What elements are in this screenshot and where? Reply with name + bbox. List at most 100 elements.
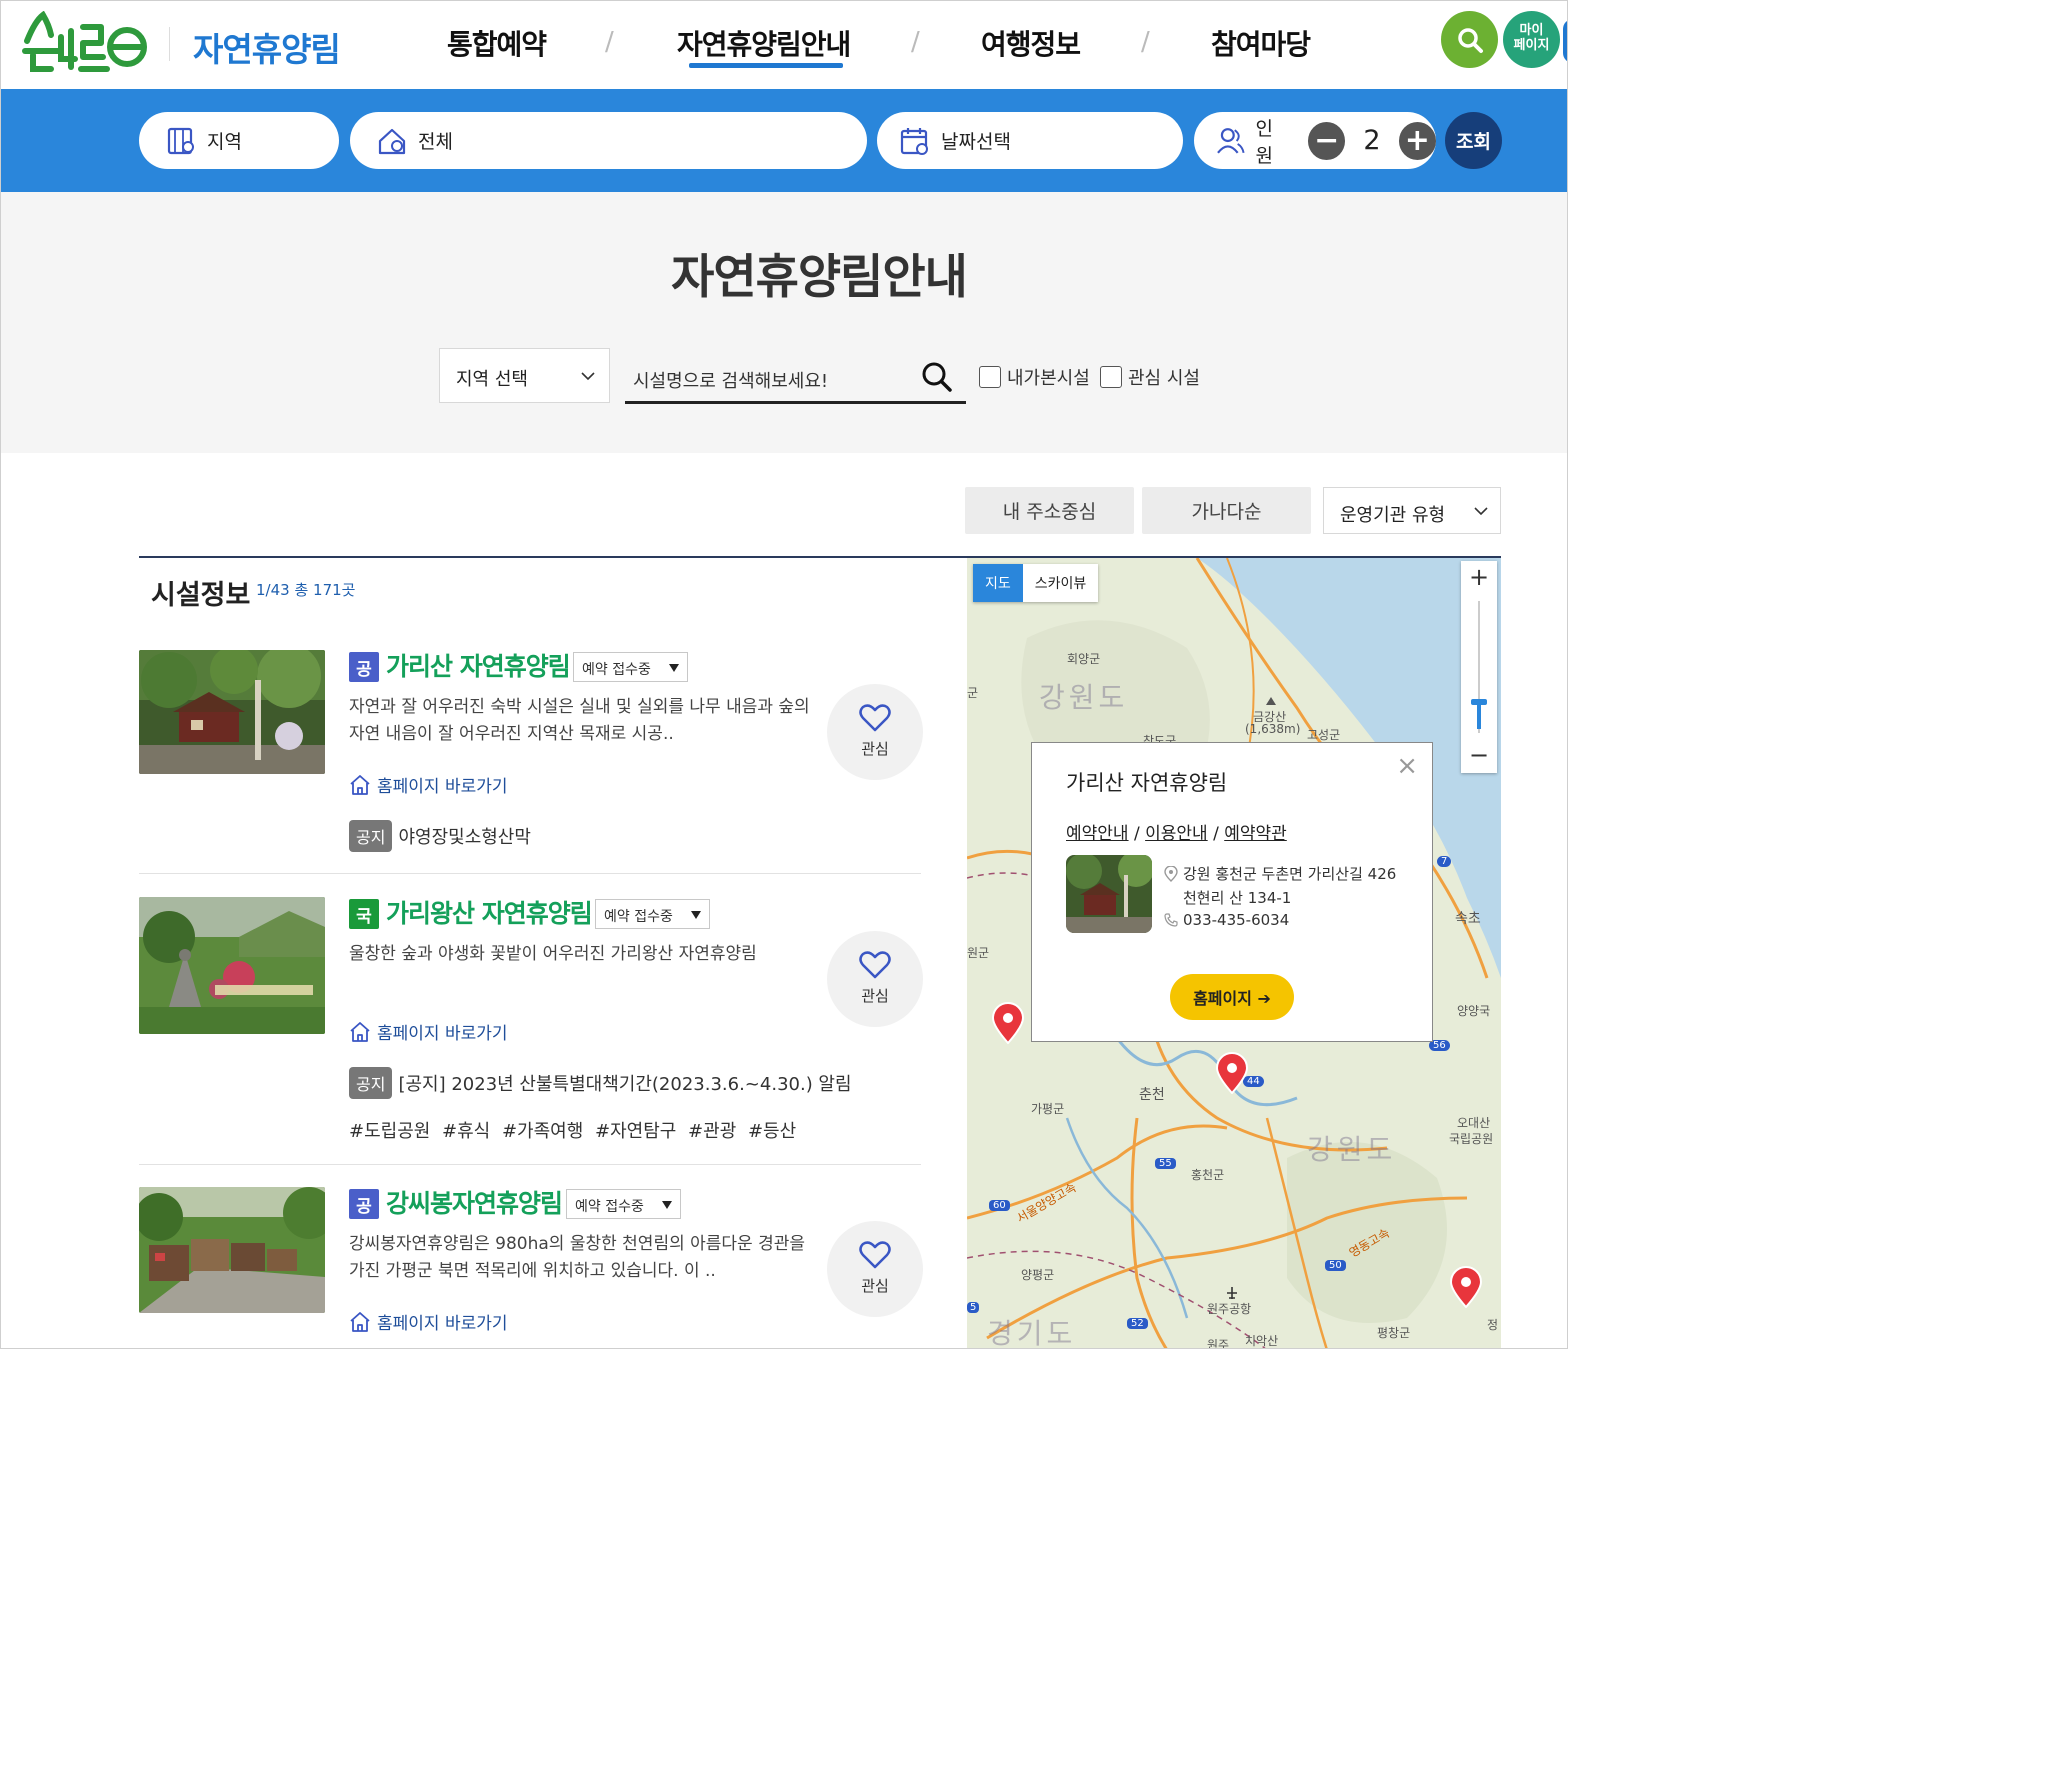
- page: 자연휴양림 통합예약 / 자연휴양림안내 / 여행정보 / 참여마당 마이 페이…: [0, 0, 1568, 1349]
- facility-picker[interactable]: 전체: [350, 112, 867, 169]
- people-label: 인원: [1255, 117, 1274, 167]
- site-title[interactable]: 자연휴양림: [193, 23, 341, 71]
- people-minus-button[interactable]: −: [1307, 121, 1346, 160]
- date-picker[interactable]: 날짜선택: [877, 112, 1183, 169]
- map-marker-icon[interactable]: [1449, 1266, 1483, 1308]
- nav-forest-guide[interactable]: 자연휴양림안내: [677, 23, 851, 63]
- date-picker-label: 날짜선택: [941, 131, 1011, 153]
- map-label: 평창군: [1377, 1326, 1411, 1340]
- nav-integrated-reservation[interactable]: 통합예약: [447, 23, 547, 63]
- link-reservation-guide[interactable]: 예약안내: [1066, 824, 1129, 844]
- map-label: 원주공항: [1207, 1302, 1252, 1316]
- sort-by-name-button[interactable]: 가나다순: [1142, 487, 1311, 534]
- visited-checkbox-label: 내가본시설: [1007, 368, 1090, 389]
- hashtag-list: #도립공원 #휴식 #가족여행 #자연탐구 #관광 #등산: [349, 1121, 797, 1142]
- popup-title: 가리산 자연휴양림: [1066, 771, 1228, 795]
- facility-photo[interactable]: [139, 650, 325, 774]
- notice-text: [공지] 2023년 산불특별대책기간(2023.3.6.~4.30.) 알림: [398, 1074, 852, 1095]
- nav-travel-info[interactable]: 여행정보: [981, 23, 1081, 63]
- facility-name[interactable]: 가리왕산 자연휴양림: [386, 894, 593, 930]
- popup-links: 예약안내 / 이용안내 / 예약약관: [1066, 819, 1287, 844]
- menu-button[interactable]: [1563, 19, 1567, 63]
- facility-photo[interactable]: [139, 897, 325, 1034]
- link-separator: /: [1207, 824, 1225, 844]
- region-select[interactable]: 지역 선택: [439, 348, 610, 403]
- nav-separator: /: [1141, 27, 1150, 57]
- notice-row[interactable]: 공지 [공지] 2023년 산불특별대책기간(2023.3.6.~4.30.) …: [349, 1067, 852, 1099]
- facility-name[interactable]: 가리산 자연휴양림: [386, 647, 571, 683]
- checkbox-box[interactable]: [979, 366, 1001, 388]
- region-picker[interactable]: 지역: [139, 112, 339, 169]
- map-label: 원주: [1207, 1338, 1230, 1349]
- route-shield: 50: [1325, 1260, 1346, 1271]
- link-reservation-terms[interactable]: 예약약관: [1224, 824, 1287, 844]
- facility-description: 자연과 잘 어우러진 숙박 시설은 실내 및 실외를 나무 내음과 숲의 자연 …: [349, 697, 810, 744]
- route-shield: 55: [1155, 1158, 1176, 1169]
- visited-checkbox[interactable]: 내가본시설: [979, 364, 1090, 390]
- facility-search-input[interactable]: 시설명으로 검색해보세요!: [625, 348, 966, 404]
- query-button[interactable]: 조회: [1445, 112, 1502, 169]
- map-label: 군: [967, 686, 979, 700]
- interest-checkbox[interactable]: 관심 시설: [1100, 364, 1200, 390]
- search-placeholder: 시설명으로 검색해보세요!: [633, 371, 829, 392]
- tab-skyview[interactable]: 스카이뷰: [1023, 564, 1099, 602]
- facility-picker-label: 전체: [418, 131, 453, 153]
- homepage-link-label: 홈페이지 바로가기: [377, 777, 508, 797]
- reservation-status-dropdown[interactable]: 예약 접수중: [566, 1189, 681, 1219]
- people-plus-button[interactable]: +: [1398, 121, 1437, 160]
- sort-by-address-button[interactable]: 내 주소중심: [965, 487, 1134, 534]
- route-shield: 7: [1437, 856, 1452, 867]
- map-label: 가평군: [1031, 1102, 1065, 1116]
- facility-photo[interactable]: [139, 1187, 325, 1313]
- site-logo[interactable]: [21, 10, 149, 73]
- zoom-out-button[interactable]: −: [1461, 741, 1497, 769]
- map-label: 국립공원: [1449, 1132, 1494, 1146]
- homepage-link[interactable]: 홈페이지 바로가기: [349, 1019, 508, 1044]
- map-type-tabs: 지도 스카이뷰: [973, 564, 1099, 602]
- interest-button[interactable]: 관심: [827, 684, 923, 780]
- reservation-search-bar: 지역 전체 날짜선택 인원 − 2 + 조회: [1, 89, 1567, 192]
- map-label: 오대산: [1457, 1116, 1491, 1130]
- top-nav: 자연휴양림 통합예약 / 자연휴양림안내 / 여행정보 / 참여마당 마이 페이…: [1, 1, 1567, 89]
- notice-tag: 공지: [349, 1067, 393, 1099]
- card-divider: [139, 873, 921, 874]
- map-marker-icon[interactable]: [991, 1002, 1025, 1044]
- zoom-in-button[interactable]: +: [1461, 563, 1497, 591]
- interest-button[interactable]: 관심: [827, 931, 923, 1027]
- people-icon: [1217, 127, 1245, 154]
- logo-divider: [169, 27, 170, 61]
- map-label: 고성군: [1307, 728, 1341, 742]
- reservation-status-dropdown[interactable]: 예약 접수중: [573, 652, 688, 682]
- filter-area: 자연휴양림안내 지역 선택 시설명으로 검색해보세요! 내가본시설 관심 시설: [1, 192, 1567, 453]
- map-label: 치악산: [1245, 1334, 1279, 1348]
- region-picker-label: 지역: [207, 131, 242, 153]
- map-label: 강원도: [1039, 681, 1129, 714]
- nav-participation[interactable]: 참여마당: [1211, 23, 1311, 63]
- tab-map[interactable]: 지도: [973, 564, 1023, 602]
- homepage-link[interactable]: 홈페이지 바로가기: [349, 1309, 508, 1334]
- facility-photo-image: [139, 897, 325, 1034]
- operator-type-select[interactable]: 운영기관 유형: [1323, 487, 1501, 534]
- map-marker-icon[interactable]: [1215, 1052, 1249, 1094]
- interest-button[interactable]: 관심: [827, 1221, 923, 1317]
- facility-map[interactable]: 회양군 강원도 군 금강산 (1,638m) 고성군 창도군 원군 속초 양양국…: [967, 558, 1501, 1349]
- close-icon[interactable]: ×: [1396, 751, 1418, 781]
- chevron-down-icon: [1474, 507, 1488, 516]
- facility-popup: 가리산 자연휴양림 × 예약안내 / 이용안내 / 예약약관 강원 홍천군 두촌…: [1031, 742, 1433, 1042]
- notice-text: 야영장및소형산막: [398, 827, 531, 848]
- checkbox-box[interactable]: [1100, 366, 1122, 388]
- route-shield: 60: [989, 1200, 1010, 1211]
- mypage-button[interactable]: 마이 페이지: [1503, 11, 1560, 68]
- operator-badge: 공: [349, 652, 379, 682]
- global-search-button[interactable]: [1441, 11, 1498, 68]
- heart-icon: [859, 951, 891, 979]
- notice-row[interactable]: 공지 야영장및소형산막: [349, 820, 531, 852]
- dropdown-triangle-icon: [662, 1201, 672, 1209]
- zoom-level-bar: [1477, 701, 1481, 729]
- search-icon[interactable]: [920, 360, 954, 394]
- facility-name[interactable]: 강씨봉자연휴양림: [386, 1184, 563, 1220]
- homepage-link[interactable]: 홈페이지 바로가기: [349, 772, 508, 797]
- link-usage-guide[interactable]: 이용안내: [1145, 824, 1208, 844]
- popup-homepage-button[interactable]: 홈페이지 ➔: [1170, 974, 1294, 1020]
- reservation-status-dropdown[interactable]: 예약 접수중: [595, 899, 710, 929]
